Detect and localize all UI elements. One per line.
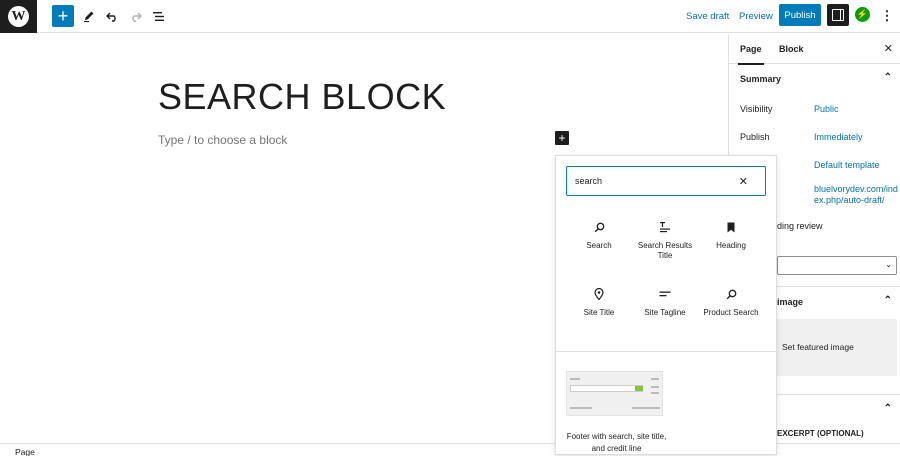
thumbnail-search-bar [570,385,643,392]
pattern-label: Footer with search, site title, and cred… [566,432,667,453]
block-inserter-button[interactable]: + [52,5,74,27]
redo-icon [131,12,142,22]
wordpress-logo-icon: W [8,6,29,27]
thumbnail-line [651,386,659,388]
tagline-icon [659,285,671,303]
jetpack-icon: ⚡ [856,9,869,19]
preview-button[interactable]: Preview [739,4,773,28]
pending-review-label: ding review [777,221,823,231]
summary-panel-header[interactable]: Summary ⌃ [729,64,900,94]
default-block-appender[interactable]: Type / to choose a block [158,133,287,147]
save-draft-button[interactable]: Save draft [686,4,729,28]
block-option-label: Heading [716,241,746,250]
url-value[interactable]: bluelvorydev.com/index.php/auto-draft/ [814,184,898,206]
excerpt-title: EXCERPT (OPTIONAL) [777,429,864,438]
thumbnail-search-button [635,386,643,391]
editor-header: W + Save draft Preview Publish ⚡ ⋮ [0,0,900,33]
thumbnail-line [570,378,580,380]
block-option-label: Search Results Title [637,241,693,260]
pattern-preview-thumbnail[interactable] [566,371,663,416]
block-option-site-tagline[interactable]: Site Tagline [632,283,698,350]
block-option-label: Site Tagline [644,308,686,317]
settings-toggle-button[interactable] [827,4,849,26]
chevron-up-icon: ⌃ [883,403,892,414]
block-inserter-popover: ✕ Search Search Results Title Heading Si… [555,155,777,455]
block-option-search[interactable]: Search [566,216,632,283]
template-value[interactable]: Default template [814,160,880,171]
block-option-search-results-title[interactable]: Search Results Title [632,216,698,283]
thumbnail-line [632,407,660,409]
chevron-up-icon: ⌃ [883,295,892,306]
thumbnail-line [570,407,592,409]
breadcrumb-page[interactable]: Page [15,447,35,456]
block-option-product-search[interactable]: Product Search [698,283,764,350]
author-select[interactable]: ⌄ [777,256,897,275]
map-pin-icon [594,285,604,303]
thumbnail-line [651,378,659,380]
list-view-icon [152,11,164,21]
close-icon[interactable]: ✕ [884,42,893,55]
bookmark-icon [726,218,736,236]
list-view-button[interactable] [147,4,169,28]
summary-title: Summary [740,74,782,84]
featured-image-title: image [777,297,804,307]
jetpack-button[interactable]: ⚡ [855,7,870,22]
undo-button[interactable] [101,4,123,28]
pencil-icon [84,11,94,22]
redo-button[interactable] [124,4,146,28]
post-title[interactable]: SEARCH BLOCK [158,76,446,118]
block-option-label: Product Search [703,308,759,317]
block-results-grid: Search Search Results Title Heading Site… [566,216,766,350]
tools-button[interactable] [78,4,100,28]
search-icon [594,218,605,236]
more-options-button[interactable]: ⋮ [879,4,895,28]
divider [556,351,776,352]
publish-label: Publish [740,132,770,142]
thumbnail-line [651,392,659,394]
clear-search-icon[interactable]: ✕ [739,175,748,188]
chevron-down-icon: ⌄ [885,260,892,269]
block-search-field[interactable]: ✕ [566,166,766,196]
undo-icon [105,12,116,22]
block-option-label: Site Title [583,308,615,317]
block-option-heading[interactable]: Heading [698,216,764,283]
wordpress-logo[interactable]: W [0,0,37,33]
block-search-input[interactable] [575,173,725,189]
set-featured-image-label: Set featured image [782,342,854,352]
block-option-site-title[interactable]: Site Title [566,283,632,350]
publish-date-value[interactable]: Immediately [814,132,863,143]
sidebar-tabs: Page Block ✕ [729,34,900,65]
chevron-up-icon: ⌃ [883,72,892,83]
tab-block[interactable]: Block [779,44,804,54]
publish-button[interactable]: Publish [779,4,821,26]
search-icon [726,285,737,303]
block-option-label: Search [586,241,612,250]
title-icon [659,218,671,236]
sidebar-icon [832,9,844,21]
tab-page[interactable]: Page [738,44,763,65]
visibility-label: Visibility [740,104,773,114]
set-featured-image-button[interactable]: Set featured image [777,319,897,376]
visibility-value[interactable]: Public [814,104,839,115]
inline-add-block-button[interactable]: + [555,131,569,145]
